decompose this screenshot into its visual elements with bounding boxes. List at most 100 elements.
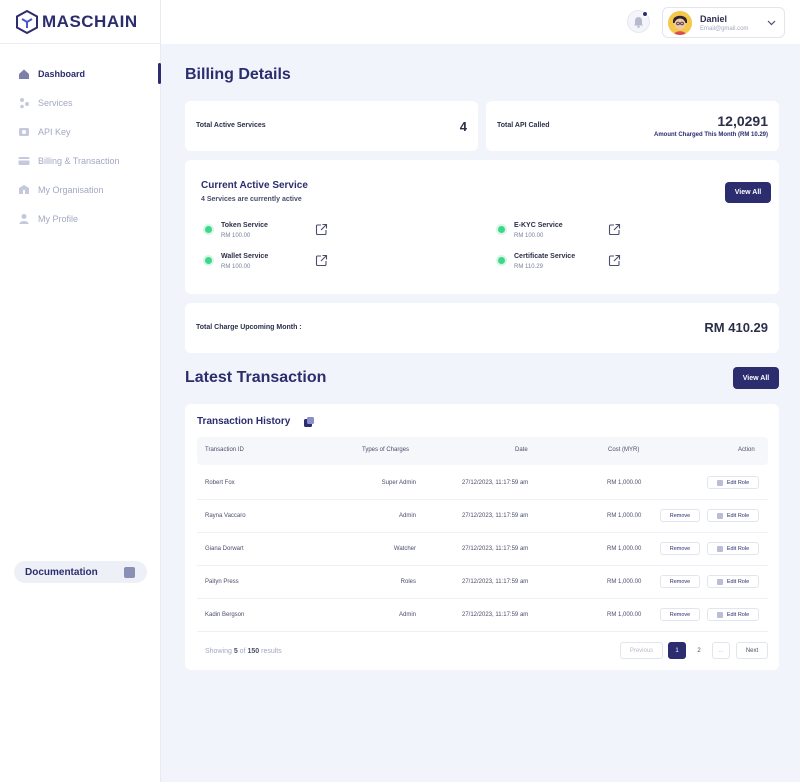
upcoming-charge-label: Total Charge Upcoming Month :	[196, 324, 302, 331]
brand-name: MASCHAIN	[42, 11, 138, 31]
user-menu[interactable]: Daniel Email@gmail.com	[662, 7, 785, 38]
sidebar-item-label: Services	[38, 97, 73, 108]
active-service-card: Current Active Service 4 Services are cu…	[185, 160, 779, 294]
service-price: RM 100.00	[221, 264, 251, 270]
total-active-services-label: Total Active Services	[196, 122, 266, 129]
external-link-icon[interactable]	[315, 223, 328, 236]
documentation-button[interactable]: Documentation	[14, 561, 147, 583]
edit-role-label: Edit Role	[726, 545, 750, 552]
active-status-dot	[498, 226, 505, 233]
total-api-called-value: 12,0291	[717, 113, 768, 129]
transaction-date: 27/12/2023, 11:17:59 am	[462, 579, 529, 585]
transaction-history-title: Transaction History	[197, 416, 291, 427]
sidebar-item-api-key[interactable]: API Key	[0, 117, 160, 146]
charge-type: Admin	[398, 513, 416, 519]
transaction-cost: RM 1,000.00	[607, 480, 642, 486]
column-header-action: Action	[738, 447, 755, 453]
active-service-title: Current Active Service	[201, 180, 308, 191]
sidebar-item-label: API Key	[38, 126, 71, 137]
showing-total: 150	[247, 648, 260, 655]
service-item-ekyc: E-KYC Service RM 100.00	[498, 222, 638, 246]
total-active-services-value: 4	[459, 119, 467, 134]
transaction-cost: RM 1,000.00	[607, 546, 642, 552]
transaction-date: 27/12/2023, 11:17:59 am	[462, 612, 529, 618]
sidebar-item-billing[interactable]: Billing & Transaction	[0, 146, 160, 175]
edit-role-button[interactable]: Edit Role	[707, 542, 759, 555]
column-header-date: Date	[515, 447, 528, 453]
remove-button[interactable]: Remove	[660, 575, 700, 588]
service-name: Wallet Service	[221, 253, 269, 260]
remove-button[interactable]: Remove	[660, 509, 700, 522]
page-ellipsis: ...	[712, 642, 730, 659]
notification-button[interactable]	[627, 10, 650, 33]
sidebar-item-organisation[interactable]: My Organisation	[0, 175, 160, 204]
edit-role-button[interactable]: Edit Role	[707, 608, 759, 621]
services-icon	[20, 97, 29, 108]
view-all-transactions-button[interactable]: View All	[733, 367, 779, 389]
active-status-dot	[498, 257, 505, 264]
notification-badge	[642, 11, 648, 17]
transaction-id: Kadin Bergson	[205, 612, 245, 618]
external-link-icon[interactable]	[315, 254, 328, 267]
transaction-date: 27/12/2023, 11:17:59 am	[462, 546, 529, 552]
transaction-date: 27/12/2023, 11:17:59 am	[462, 480, 529, 486]
showing-prefix: Showing	[205, 648, 232, 655]
key-icon	[19, 127, 29, 136]
sidebar-item-services[interactable]: Services	[0, 88, 160, 117]
service-price: RM 110.29	[514, 264, 543, 270]
documentation-label: Documentation	[25, 566, 98, 578]
showing-suffix: results	[261, 648, 282, 655]
sidebar-item-label: Billing & Transaction	[38, 155, 120, 166]
charge-type: Watcher	[393, 546, 416, 552]
edit-role-label: Edit Role	[726, 578, 750, 585]
chevron-down-icon	[767, 20, 776, 26]
edit-role-label: Edit Role	[726, 611, 750, 618]
home-icon	[19, 69, 29, 79]
column-header-cost: Cost (MYR)	[608, 447, 640, 453]
active-service-subtitle: 4 Services are currently active	[201, 196, 302, 203]
export-icon[interactable]	[303, 416, 315, 428]
view-all-services-button[interactable]: View All	[725, 182, 771, 203]
upcoming-charge-value: RM 410.29	[704, 320, 768, 335]
sidebar-item-dashboard[interactable]: Dashboard	[0, 59, 161, 88]
service-name: E-KYC Service	[514, 222, 563, 229]
remove-button[interactable]: Remove	[660, 542, 700, 555]
organisation-icon	[19, 184, 29, 194]
table-row: Giana Dorwart Watcher 27/12/2023, 11:17:…	[197, 533, 768, 566]
edit-role-button[interactable]: Edit Role	[707, 476, 759, 489]
maschain-logo-icon	[16, 9, 38, 34]
previous-page-button[interactable]: Previous	[620, 642, 663, 659]
charge-type: Admin	[398, 612, 416, 618]
profile-icon	[19, 213, 29, 224]
transaction-id: Giana Dorwart	[205, 546, 244, 552]
total-api-called-card: Total API Called 12,0291 Amount Charged …	[486, 101, 779, 151]
column-header-types: Types of Charges	[362, 447, 410, 453]
transaction-id: Robert Fox	[205, 480, 235, 486]
amount-charged-note: Amount Charged This Month (RM 10.29)	[654, 132, 768, 138]
page-button-2[interactable]: 2	[690, 642, 708, 659]
active-status-dot	[205, 226, 212, 233]
page-button-1[interactable]: 1	[668, 642, 686, 659]
avatar-icon	[668, 10, 692, 35]
external-link-icon[interactable]	[608, 254, 621, 267]
edit-icon	[716, 479, 723, 486]
logo[interactable]: MASCHAIN	[0, 0, 160, 44]
edit-role-button[interactable]: Edit Role	[707, 575, 759, 588]
sidebar-nav: Dashboard Services API Key Billing & Tra…	[0, 59, 161, 233]
edit-icon	[716, 611, 723, 618]
transaction-id: Paityn Press	[205, 579, 239, 585]
user-name: Daniel	[700, 13, 728, 24]
external-link-icon[interactable]	[608, 223, 621, 236]
service-item-certificate: Certificate Service RM 110.29	[498, 253, 638, 277]
table-row: Rayna Vaccaro Admin 27/12/2023, 11:17:59…	[197, 500, 768, 533]
remove-button[interactable]: Remove	[660, 608, 700, 621]
document-icon	[124, 566, 135, 578]
edit-role-button[interactable]: Edit Role	[707, 509, 759, 522]
next-page-button[interactable]: Next	[736, 642, 768, 659]
total-api-called-label: Total API Called	[497, 122, 550, 129]
table-header: Transaction ID Types of Charges Date Cos…	[197, 437, 768, 465]
active-status-dot	[205, 257, 212, 264]
table-row: Robert Fox Super Admin 27/12/2023, 11:17…	[197, 467, 768, 500]
bell-icon	[634, 16, 643, 28]
sidebar-item-profile[interactable]: My Profile	[0, 204, 160, 233]
